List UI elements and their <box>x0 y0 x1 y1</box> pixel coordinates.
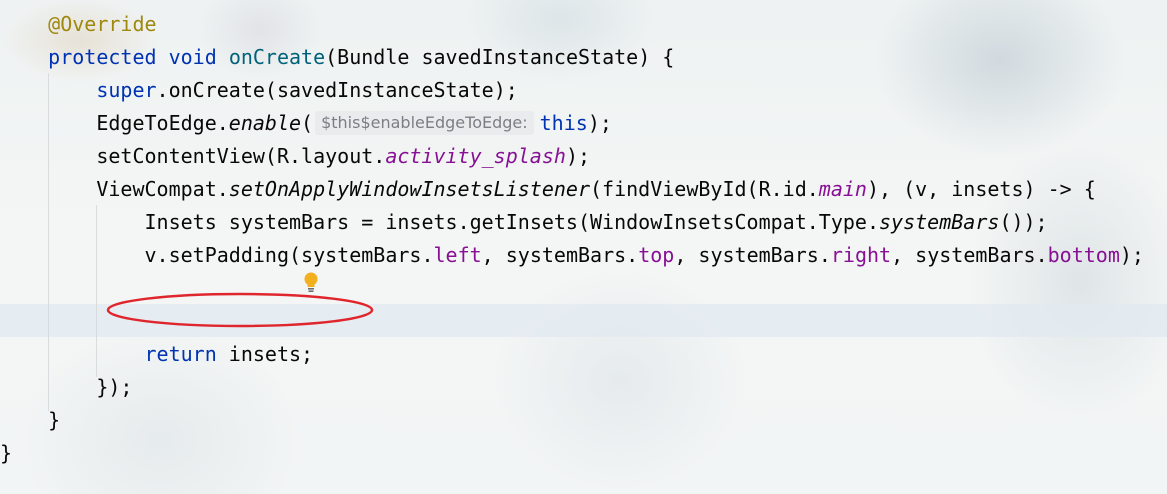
code-token: v.setPadding(systemBars. <box>144 243 434 267</box>
code-token: left <box>433 243 482 267</box>
code-line[interactable]: @Override <box>0 8 1144 41</box>
code-token: ); <box>565 144 591 168</box>
code-token: void <box>168 45 217 69</box>
code-token: , systemBars. <box>891 243 1048 267</box>
code-token: , systemBars. <box>481 243 639 267</box>
code-editor[interactable]: @Override protected void onCreate(Bundle… <box>0 8 1144 470</box>
code-token: setContentView(R.layout. <box>96 144 386 168</box>
code-line[interactable]: setContentView(R.layout.activity_splash)… <box>0 140 1144 173</box>
code-line[interactable]: }); <box>0 371 1144 404</box>
code-line[interactable]: EdgeToEdge.enable($this$enableEdgeToEdge… <box>0 107 1144 140</box>
code-token: ); <box>1119 243 1144 267</box>
code-token: this <box>539 111 588 135</box>
parameter-hint: $this$enableEdgeToEdge: <box>315 111 534 135</box>
code-token: protected <box>48 45 157 69</box>
code-token: main <box>818 177 867 201</box>
code-token: insets; <box>216 342 314 366</box>
code-line[interactable]: Insets systemBars = insets.getInsets(Win… <box>0 206 1144 239</box>
code-token: enable <box>228 111 302 135</box>
red-annotation-ellipse <box>106 292 374 328</box>
code-token: ()); <box>999 210 1048 234</box>
code-token: ); <box>587 111 612 135</box>
code-token: (Bundle savedInstanceState) { <box>325 45 675 69</box>
code-line[interactable]: return insets; <box>0 338 1144 371</box>
code-token: systemBars <box>879 210 1000 234</box>
code-token: onCreate <box>228 45 326 69</box>
code-token: super <box>96 78 157 102</box>
code-token: ViewCompat. <box>96 177 229 201</box>
code-line[interactable]: super.onCreate(savedInstanceState); <box>0 74 1144 107</box>
code-token: } <box>48 408 61 432</box>
code-token: top <box>638 243 675 267</box>
code-token: }); <box>96 375 133 399</box>
code-token: ( <box>301 111 314 135</box>
code-token: bottom <box>1047 243 1120 267</box>
code-line[interactable]: } <box>0 404 1144 437</box>
code-token: return <box>144 342 217 366</box>
code-line[interactable]: ViewCompat.setOnApplyWindowInsetsListene… <box>0 173 1144 206</box>
code-token: ), (v, insets) -> { <box>866 177 1096 201</box>
code-token: @Override <box>48 12 157 36</box>
lightbulb-icon[interactable] <box>303 271 319 293</box>
code-token: activity_splash <box>385 144 566 168</box>
code-token: , systemBars. <box>674 243 831 267</box>
code-token: setOnApplyWindowInsetsListener <box>228 177 591 201</box>
code-line[interactable]: v.setPadding(systemBars.left, systemBars… <box>0 239 1144 272</box>
code-token: Insets systemBars = insets.getInsets(Win… <box>144 210 880 234</box>
code-token: .onCreate(savedInstanceState); <box>156 78 518 102</box>
code-token: right <box>830 243 892 267</box>
code-line[interactable]: protected void onCreate(Bundle savedInst… <box>0 41 1144 74</box>
code-line[interactable]: } <box>0 437 1144 470</box>
code-token: (findViewById(R.id. <box>590 177 819 201</box>
code-token: } <box>0 441 13 465</box>
code-token: EdgeToEdge. <box>96 111 229 135</box>
